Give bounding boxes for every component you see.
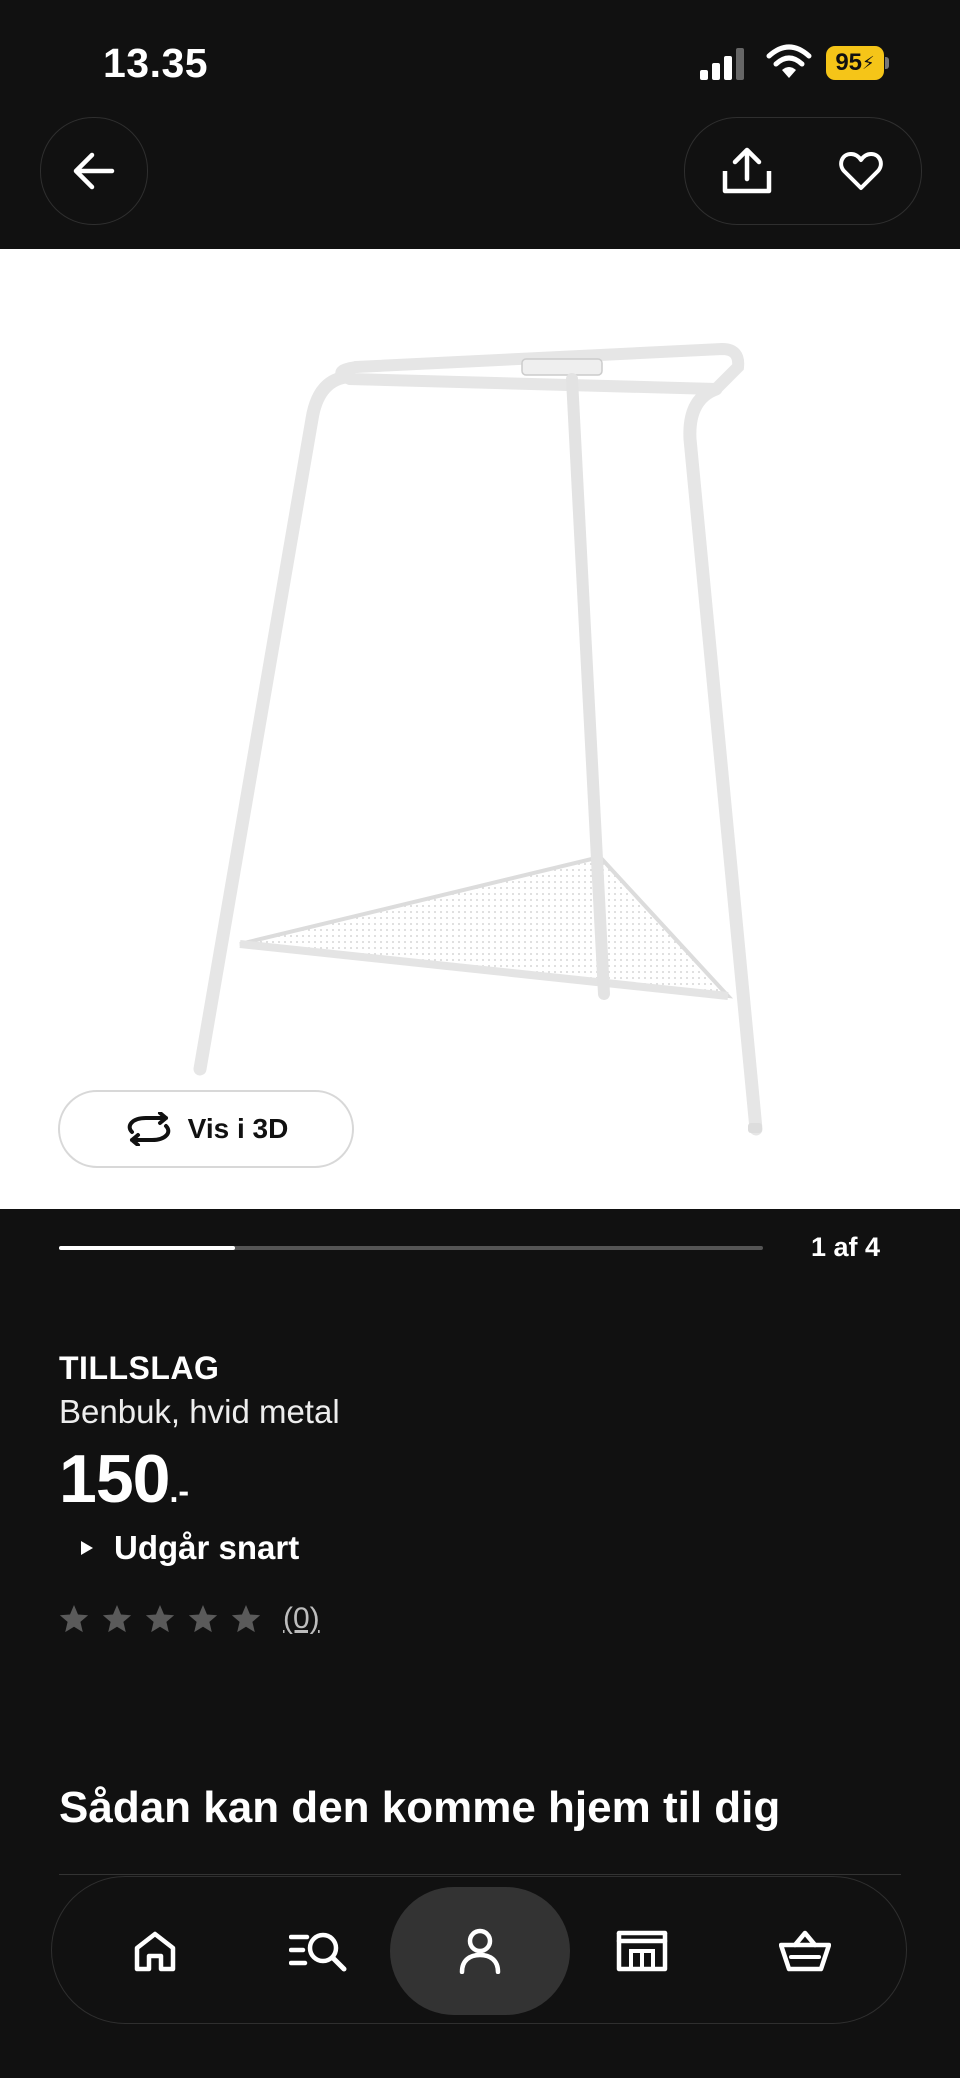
star-icon (102, 1605, 132, 1633)
person-icon (459, 1928, 501, 1974)
star-icon (145, 1605, 175, 1633)
bottom-nav (51, 1876, 907, 2024)
battery-indicator: 95 ⚡ (826, 46, 889, 80)
basket-icon (779, 1930, 831, 1972)
nav-basket[interactable] (715, 1887, 895, 2015)
triangle-right-icon (81, 1541, 93, 1555)
heart-icon (839, 152, 883, 190)
signal-icon (700, 48, 744, 80)
divider (59, 1874, 901, 1875)
star-icon (231, 1605, 261, 1633)
product-image[interactable]: Vis i 3D (0, 249, 960, 1209)
availability-label: Udgår snart (114, 1529, 300, 1566)
view-3d-button[interactable]: Vis i 3D (58, 1090, 354, 1168)
status-bar: 13.35 95 ⚡ (0, 0, 960, 120)
rating[interactable]: (0) (58, 1602, 320, 1636)
nav-search[interactable] (228, 1887, 408, 2015)
product-price: 150.- (59, 1440, 189, 1518)
arrow-left-icon (73, 152, 115, 190)
store-icon (616, 1930, 668, 1972)
availability-toggle[interactable]: Udgår snart (80, 1529, 299, 1567)
product-description: Benbuk, hvid metal (59, 1393, 340, 1430)
nav-home[interactable] (65, 1887, 245, 2015)
back-button[interactable] (40, 117, 148, 225)
share-icon (722, 147, 772, 194)
share-button[interactable] (707, 132, 787, 210)
delivery-heading: Sådan kan den komme hjem til dig (59, 1783, 781, 1832)
star-icon (188, 1605, 218, 1633)
view-3d-label: Vis i 3D (187, 1113, 289, 1144)
status-time: 13.35 (103, 40, 209, 86)
price-amount: 150 (59, 1441, 170, 1517)
search-list-icon (289, 1932, 347, 1972)
product-name: TILLSLAG (59, 1350, 220, 1386)
star-icon (59, 1605, 89, 1633)
gallery-progress (59, 1246, 763, 1250)
wifi-icon (766, 44, 812, 78)
price-suffix: .- (169, 1473, 190, 1509)
rotate-3d-icon (127, 1112, 170, 1146)
home-icon (134, 1931, 176, 1972)
nav-profile[interactable] (390, 1887, 570, 2015)
nav-store[interactable] (552, 1887, 732, 2015)
gallery-progress-fill (59, 1246, 235, 1250)
trestle-illustration (193, 342, 763, 1136)
gallery-page-counter: 1 af 4 (810, 1232, 880, 1262)
rating-count[interactable]: (0) (283, 1602, 320, 1636)
battery-level: 95 (835, 49, 863, 76)
favorite-button[interactable] (821, 132, 901, 210)
action-pill (684, 117, 922, 225)
